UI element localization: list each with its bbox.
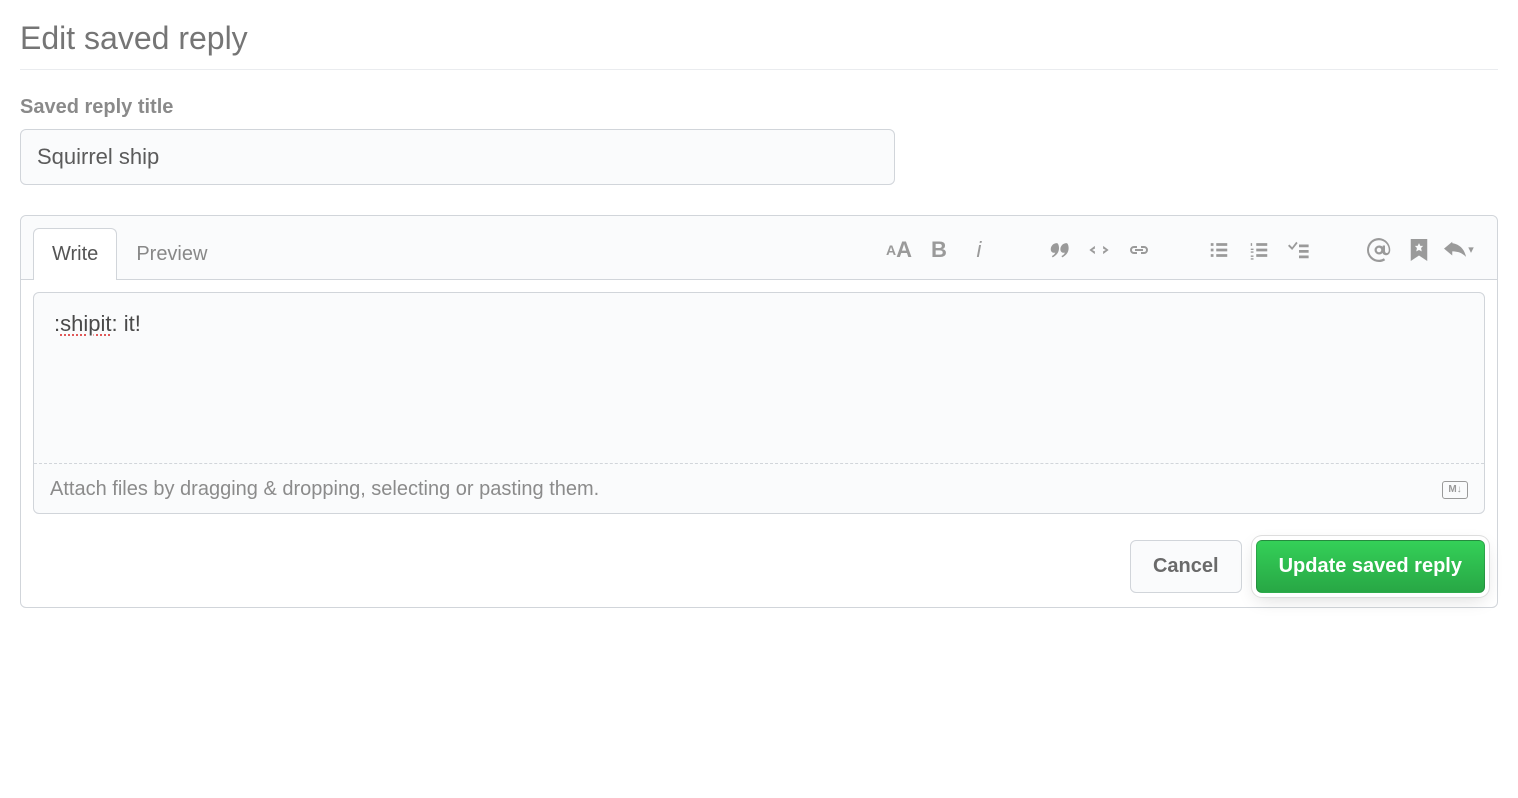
italic-icon[interactable]: i — [961, 232, 997, 268]
tabs-bar: Write Preview AA B i — [21, 216, 1497, 280]
attach-hint: Attach files by dragging & dropping, sel… — [50, 478, 599, 501]
markdown-icon[interactable]: M↓ — [1442, 481, 1468, 499]
ordered-list-icon[interactable] — [1241, 232, 1277, 268]
reply-icon[interactable]: ▾ — [1441, 232, 1477, 268]
cancel-button[interactable]: Cancel — [1130, 540, 1242, 593]
saved-reply-bookmark-icon[interactable] — [1401, 232, 1437, 268]
page-title: Edit saved reply — [20, 20, 1498, 70]
update-saved-reply-button[interactable]: Update saved reply — [1256, 540, 1485, 593]
textarea-wrap: :shipit: it! Attach files by dragging & … — [33, 292, 1485, 514]
toolbar: AA B i — [841, 232, 1485, 276]
task-list-icon[interactable] — [1281, 232, 1317, 268]
code-icon[interactable] — [1081, 232, 1117, 268]
tab-preview[interactable]: Preview — [117, 228, 226, 280]
title-input[interactable] — [20, 129, 895, 185]
quote-icon[interactable] — [1041, 232, 1077, 268]
title-label: Saved reply title — [20, 96, 1498, 119]
mention-icon[interactable] — [1361, 232, 1397, 268]
bold-icon[interactable]: B — [921, 232, 957, 268]
link-icon[interactable] — [1121, 232, 1157, 268]
actions-row: Cancel Update saved reply — [21, 526, 1497, 607]
heading-icon[interactable]: AA — [881, 232, 917, 268]
tab-write[interactable]: Write — [33, 228, 117, 280]
unordered-list-icon[interactable] — [1201, 232, 1237, 268]
attach-row[interactable]: Attach files by dragging & dropping, sel… — [34, 463, 1484, 513]
editor-container: Write Preview AA B i — [20, 215, 1498, 608]
body-textarea[interactable]: :shipit: it! — [34, 293, 1484, 463]
